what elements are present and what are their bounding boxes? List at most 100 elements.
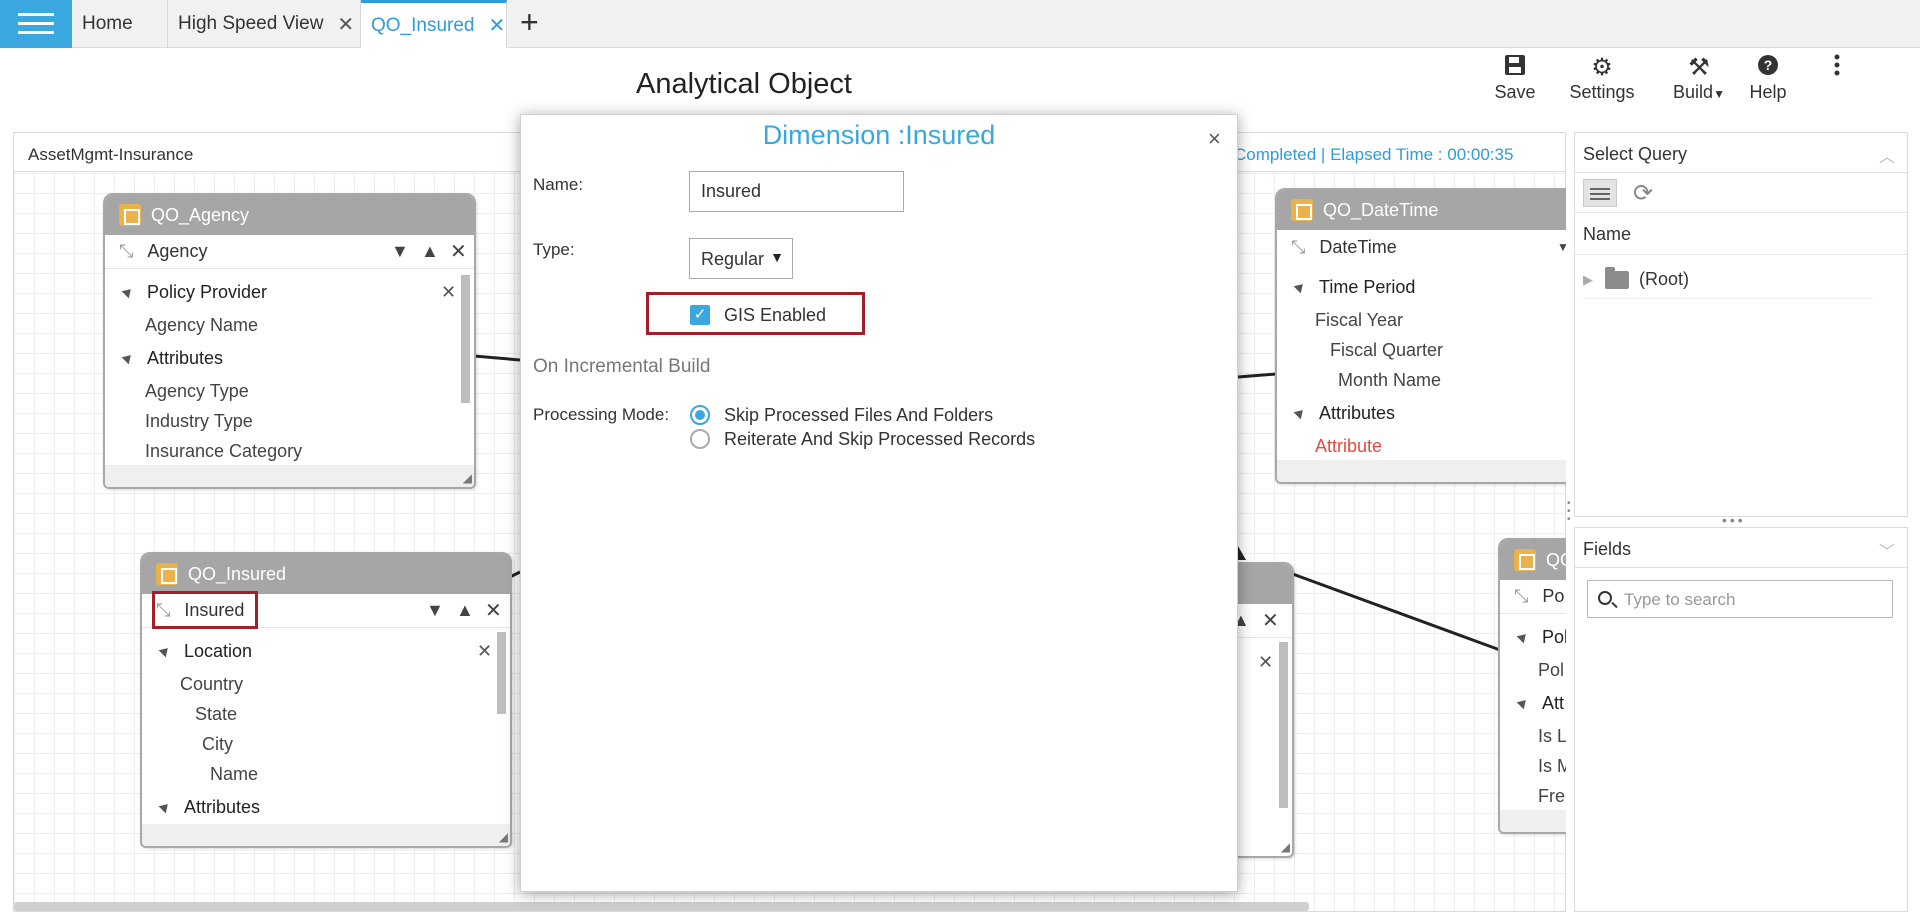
tree-item[interactable]: Attributes <box>1293 403 1395 424</box>
expand-triangle-icon[interactable] <box>1293 280 1307 294</box>
expand-triangle-icon[interactable] <box>158 644 172 658</box>
tab-bar: Home High Speed View ✕ QO_Insured ✕ + <box>0 0 1920 48</box>
tree-item[interactable]: Insurance Category <box>145 441 302 462</box>
card-header[interactable]: QO_Insured <box>142 554 510 594</box>
tree-item[interactable]: Policy Provider <box>121 282 267 303</box>
hamburger-menu-icon[interactable] <box>0 0 72 48</box>
column-header-name: Name <box>1575 213 1907 255</box>
tree-item[interactable]: Pol <box>1538 660 1564 681</box>
horizontal-scrollbar[interactable] <box>14 902 1309 911</box>
resize-handle-icon[interactable]: ◢ <box>1281 840 1290 854</box>
close-icon[interactable]: ✕ <box>1262 608 1279 633</box>
page-title: Analytical Object <box>636 68 852 100</box>
remove-icon[interactable]: ✕ <box>477 641 492 662</box>
tree-item[interactable]: Country <box>180 674 243 695</box>
tree-item[interactable]: Agency Name <box>145 315 258 336</box>
tree-item[interactable]: Name <box>210 764 258 785</box>
expand-triangle-icon[interactable] <box>1516 696 1530 710</box>
folder-icon <box>1605 266 1629 289</box>
type-select[interactable]: Regular ▼ <box>689 238 793 279</box>
build-button[interactable]: ⚒ Build▼ <box>1670 54 1728 103</box>
tree-root-item[interactable]: ▶ (Root) <box>1583 266 1873 299</box>
dimension-card-agency[interactable]: QO_Agency ⤡ Agency ▼ ▲ ✕ Policy Provider… <box>103 193 476 489</box>
tab-label: QO_Insured <box>371 14 475 36</box>
hierarchy-row[interactable]: ⤡ Agency ▼ ▲ ✕ <box>105 235 474 269</box>
skip-processed-label[interactable]: Skip Processed Files And Folders <box>724 405 993 426</box>
collapse-up-icon[interactable]: ▲ <box>456 600 474 621</box>
collapse-down-icon[interactable]: ▼ <box>391 241 409 262</box>
expand-triangle-icon[interactable] <box>1516 630 1530 644</box>
collapse-up-icon[interactable]: ▲ <box>421 241 439 262</box>
canvas-resize-dots[interactable]: • • • <box>1567 499 1571 525</box>
tree-item[interactable]: Attribute <box>1315 436 1382 457</box>
scrollbar[interactable] <box>1279 642 1288 808</box>
help-button[interactable]: ? Help <box>1748 54 1788 103</box>
reiterate-radio[interactable] <box>690 429 710 449</box>
resize-handle-icon[interactable]: ◢ <box>499 830 508 844</box>
tree-item[interactable]: Location <box>158 641 252 662</box>
tree-item[interactable]: City <box>202 734 233 755</box>
tree-item[interactable]: Time Period <box>1293 277 1415 298</box>
close-icon[interactable]: ✕ <box>337 12 354 37</box>
processing-mode-label: Processing Mode: <box>533 405 670 424</box>
tree-item[interactable]: Agency Type <box>145 381 249 402</box>
close-icon[interactable]: × <box>1208 126 1221 152</box>
skip-processed-radio[interactable] <box>690 405 710 425</box>
fields-panel: Fields ﹀ Type to search <box>1574 527 1908 912</box>
chevron-down-icon[interactable]: ﹀ <box>1879 538 1895 562</box>
tree-item[interactable]: Pol <box>1516 627 1568 648</box>
list-view-icon[interactable] <box>1583 179 1617 207</box>
reiterate-label[interactable]: Reiterate And Skip Processed Records <box>724 429 1035 450</box>
dimension-icon <box>119 204 141 226</box>
resize-handle-icon[interactable]: ◢ <box>463 471 472 485</box>
expand-triangle-icon[interactable] <box>158 800 172 814</box>
dimension-card-datetime[interactable]: QO_DateTime ⤡ DateTime ▼ Time Period Fis… <box>1275 188 1605 484</box>
remove-icon[interactable]: ✕ <box>1258 652 1273 673</box>
tree-item[interactable]: Is L <box>1538 726 1567 747</box>
refresh-icon[interactable]: ⟳ <box>1633 179 1653 208</box>
save-button[interactable]: Save <box>1494 54 1536 103</box>
panel-title[interactable]: Select Query ︿ <box>1575 133 1907 173</box>
close-icon[interactable]: ✕ <box>450 239 467 264</box>
tab-high-speed-view[interactable]: High Speed View ✕ <box>168 0 361 48</box>
card-header[interactable]: QO_DateTime <box>1277 190 1603 230</box>
caret-down-icon: ▼ <box>1713 87 1725 101</box>
card-title: QO_Insured <box>188 563 287 584</box>
tree-item[interactable]: Industry Type <box>145 411 253 432</box>
tree-item[interactable]: Fiscal Year <box>1315 310 1403 331</box>
tree-item[interactable]: Fre <box>1538 786 1565 807</box>
scrollbar[interactable] <box>461 275 470 403</box>
tree-item[interactable]: Month Name <box>1338 370 1441 391</box>
expand-triangle-icon[interactable] <box>121 285 135 299</box>
gis-enabled-label[interactable]: GIS Enabled <box>724 305 826 326</box>
dimension-name: Agency <box>147 241 208 261</box>
add-tab-button[interactable]: + <box>520 4 539 40</box>
tree-item[interactable]: Fiscal Quarter <box>1330 340 1443 361</box>
gis-enabled-checkbox[interactable]: ✓ <box>690 305 710 325</box>
expand-triangle-icon[interactable] <box>121 351 135 365</box>
card-header[interactable]: QO_Agency <box>105 195 474 235</box>
tree-item[interactable]: State <box>195 704 237 725</box>
hierarchy-row[interactable]: ⤡ DateTime ▼ <box>1277 230 1603 264</box>
field-search-input[interactable]: Type to search <box>1587 580 1893 618</box>
expand-triangle-icon[interactable] <box>1293 406 1307 420</box>
save-label: Save <box>1494 82 1536 102</box>
card-footer <box>142 824 510 846</box>
chevron-up-icon[interactable]: ︿ <box>1879 143 1895 167</box>
tree-item[interactable]: Attributes <box>121 348 223 369</box>
settings-button[interactable]: ⚙ Settings <box>1569 54 1635 103</box>
tab-home[interactable]: Home <box>72 0 168 48</box>
tree-item[interactable]: Attributes <box>158 797 260 818</box>
tree-item[interactable]: Att <box>1516 693 1564 714</box>
tab-qo-insured[interactable]: QO_Insured ✕ <box>361 0 507 48</box>
scrollbar[interactable] <box>497 632 506 714</box>
panel-splitter[interactable]: ••• <box>1722 512 1746 528</box>
expand-caret-icon[interactable]: ▶ <box>1583 272 1593 288</box>
close-icon[interactable]: ✕ <box>489 13 506 38</box>
collapse-down-icon[interactable]: ▼ <box>426 600 444 621</box>
panel-title[interactable]: Fields ﹀ <box>1575 528 1907 568</box>
close-icon[interactable]: ✕ <box>485 598 502 623</box>
name-field[interactable] <box>689 171 904 212</box>
remove-icon[interactable]: ✕ <box>441 282 456 303</box>
more-options-button[interactable] <box>1826 54 1848 82</box>
